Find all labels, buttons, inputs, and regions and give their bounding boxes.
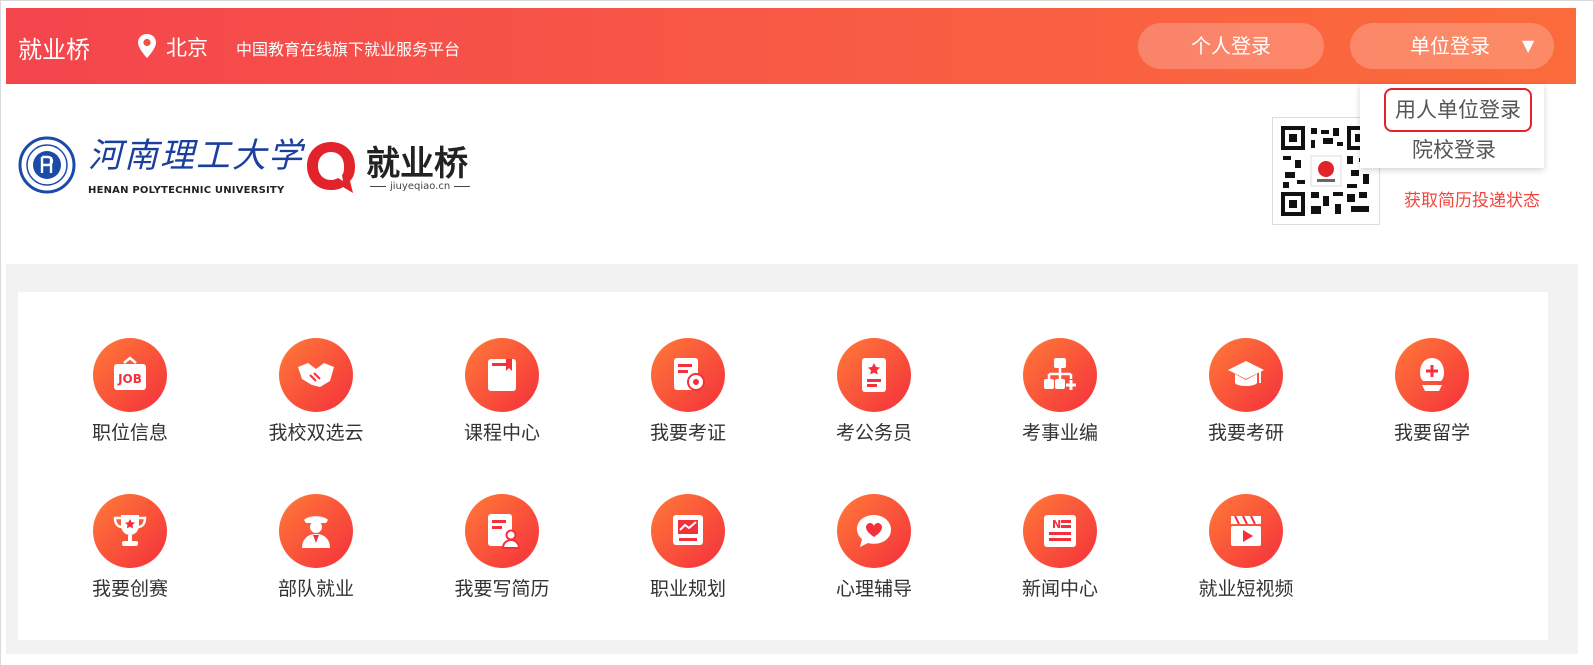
top-bar: 就业桥 北京 中国教育在线旗下就业服务平台 个人登录 单位登录 ▼	[6, 8, 1576, 84]
university-name-cn: 河南理工大学	[88, 136, 304, 176]
book-icon	[465, 338, 539, 412]
service-course-center[interactable]: 课程中心	[422, 338, 582, 445]
location-text[interactable]: 北京	[166, 32, 208, 62]
org-login-button[interactable]: 单位登录 ▼	[1350, 23, 1554, 69]
university-name-en: HENAN POLYTECHNIC UNIVERSITY	[88, 185, 285, 196]
service-label: 考公务员	[835, 422, 912, 444]
service-news[interactable]: N 新闻中心	[980, 494, 1140, 601]
service-label: 我要写简历	[454, 578, 550, 600]
service-label: 我校双选云	[268, 422, 364, 444]
qr-code-icon	[1281, 126, 1371, 216]
service-label: 我要考研	[1207, 422, 1284, 444]
service-resume[interactable]: 我要写简历	[422, 494, 582, 601]
service-label: 部队就业	[277, 578, 354, 600]
service-label: 课程中心	[463, 422, 540, 444]
service-study-abroad[interactable]: 我要留学	[1352, 338, 1512, 445]
svg-text:JOB: JOB	[117, 372, 142, 386]
certificate-icon	[651, 338, 725, 412]
employer-login-option[interactable]: 用人单位登录	[1384, 88, 1532, 132]
service-postgraduate[interactable]: 我要考研	[1166, 338, 1326, 445]
service-competition[interactable]: 我要创赛	[50, 494, 210, 601]
service-label: 我要考证	[649, 422, 726, 444]
service-career-planning[interactable]: 职业规划	[608, 494, 768, 601]
service-label: 考事业编	[1021, 422, 1098, 444]
service-short-video[interactable]: 就业短视频	[1166, 494, 1326, 601]
service-label: 就业短视频	[1198, 578, 1294, 600]
service-label: 我要创赛	[91, 578, 168, 600]
service-job-info[interactable]: JOB 职位信息	[50, 338, 210, 445]
service-label: 我要留学	[1393, 422, 1470, 444]
services-panel: JOB 职位信息 我校双选云 课程中心 我要考证 考公务员 考事业编 我要考研 …	[18, 292, 1548, 640]
school-login-option[interactable]: 院校登录	[1412, 134, 1496, 164]
jiuyeqiao-domain: jiuyeqiao.cn	[366, 181, 474, 192]
service-military[interactable]: 部队就业	[236, 494, 396, 601]
travel-icon	[1395, 338, 1469, 412]
handshake-icon	[279, 338, 353, 412]
news-icon: N	[1023, 494, 1097, 568]
service-label: 职业规划	[649, 578, 726, 600]
brand-name[interactable]: 就业桥	[18, 30, 90, 65]
jiuyeqiao-logo-icon	[307, 142, 355, 193]
svg-text:N: N	[1052, 518, 1061, 531]
org-login-dropdown: 用人单位登录 院校登录	[1360, 84, 1544, 168]
service-public-institution[interactable]: 考事业编	[980, 338, 1140, 445]
service-civil-servant[interactable]: 考公务员	[794, 338, 954, 445]
personal-login-button[interactable]: 个人登录	[1138, 23, 1324, 69]
service-label: 职位信息	[91, 422, 168, 444]
soldier-icon	[279, 494, 353, 568]
service-certificate[interactable]: 我要考证	[608, 338, 768, 445]
org-login-label: 单位登录	[1410, 34, 1490, 58]
civil-exam-icon	[837, 338, 911, 412]
graduation-cap-icon	[1209, 338, 1283, 412]
resume-status-link[interactable]: 获取简历投递状态	[1404, 186, 1540, 211]
trophy-icon	[93, 494, 167, 568]
platform-slogan: 中国教育在线旗下就业服务平台	[236, 40, 461, 59]
resume-icon	[465, 494, 539, 568]
job-board-icon: JOB	[93, 338, 167, 412]
service-counseling[interactable]: 心理辅导	[794, 494, 954, 601]
org-chart-icon	[1023, 338, 1097, 412]
service-label: 新闻中心	[1021, 578, 1098, 600]
heart-chat-icon	[837, 494, 911, 568]
university-emblem-icon	[18, 136, 76, 194]
service-double-selection[interactable]: 我校双选云	[236, 338, 396, 445]
service-label: 心理辅导	[835, 578, 912, 600]
chevron-down-icon: ▼	[1522, 36, 1535, 55]
jiuyeqiao-logo-text: 就业桥	[366, 144, 468, 184]
chart-board-icon	[651, 494, 725, 568]
location-pin-icon[interactable]	[136, 33, 158, 59]
video-clapper-icon	[1209, 494, 1283, 568]
